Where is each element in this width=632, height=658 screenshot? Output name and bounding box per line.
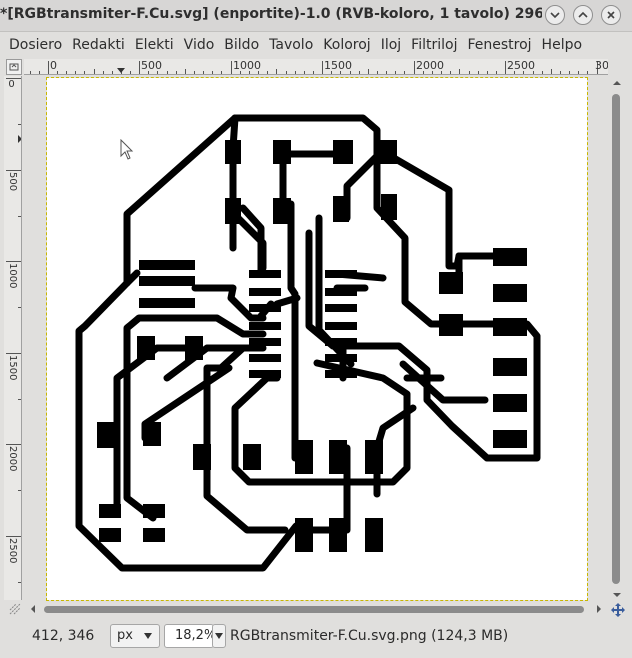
unit-value: px xyxy=(117,628,133,643)
navigate-icon xyxy=(611,603,625,617)
chevron-down-icon xyxy=(144,633,152,639)
menu-filtriloj[interactable]: Filtriloj xyxy=(406,37,462,53)
unit-selector[interactable]: px xyxy=(110,624,160,648)
chevron-down-icon xyxy=(550,12,560,19)
chevron-down-icon xyxy=(215,633,223,639)
close-button[interactable] xyxy=(601,5,621,25)
ruler-pointer-marker xyxy=(117,68,125,73)
vertical-scrollbar[interactable] xyxy=(609,76,625,602)
vertical-scroll-thumb[interactable] xyxy=(612,94,620,584)
ruler-ticks xyxy=(6,78,21,583)
maximize-button[interactable] xyxy=(573,5,593,25)
mouse-cursor-icon xyxy=(120,139,134,160)
scroll-left-icon xyxy=(31,605,35,613)
navigate-button[interactable] xyxy=(610,602,626,618)
status-bar: 412, 346 px 18,2% RGBtransmiter-F.Cu.svg… xyxy=(0,620,632,650)
quick-mask-icon xyxy=(9,63,19,71)
title-bar: *[RGBtransmiter-F.Cu.svg] (enportite)-1.… xyxy=(0,0,632,32)
pointer-coordinates: 412, 346 xyxy=(32,628,95,644)
menu-bildo[interactable]: Bildo xyxy=(219,37,264,53)
menu-vido[interactable]: Vido xyxy=(179,37,220,53)
ruler-label: 0 xyxy=(8,79,15,90)
scroll-down-icon xyxy=(613,593,621,597)
horizontal-scroll-thumb[interactable] xyxy=(44,606,584,613)
minimize-button[interactable] xyxy=(545,5,565,25)
image-canvas[interactable] xyxy=(24,76,608,602)
ruler-label: 1500 xyxy=(7,355,18,381)
close-icon xyxy=(607,11,615,19)
ruler-label: 500 xyxy=(7,172,18,192)
zoom-input[interactable]: 18,2% xyxy=(164,624,217,648)
zoom-value: 18,2% xyxy=(175,628,217,643)
ruler-label: 1000 xyxy=(233,59,261,72)
ruler-label: 1000 xyxy=(7,263,18,289)
ruler-label: 500 xyxy=(141,59,162,72)
menu-redakti[interactable]: Redakti xyxy=(67,37,130,53)
vertical-ruler[interactable]: 0 500 1000 1500 2000 2500 xyxy=(4,76,22,600)
image-info: RGBtransmiter-F.Cu.svg.png (124,3 MB) xyxy=(230,628,509,644)
menu-elekti[interactable]: Elekti xyxy=(130,37,179,53)
scroll-up-icon xyxy=(613,81,621,85)
scroll-right-icon xyxy=(597,605,601,613)
menu-iloj[interactable]: Iloj xyxy=(376,37,406,53)
menu-helpo[interactable]: Helpo xyxy=(537,37,587,53)
zoom-dropdown-button[interactable] xyxy=(212,624,226,648)
menu-koloroj[interactable]: Koloroj xyxy=(318,37,375,53)
ruler-pointer-marker xyxy=(18,135,21,143)
menu-bar: Dosiero Redakti Elekti Vido Bildo Tavolo… xyxy=(0,33,632,57)
ruler-label: 2000 xyxy=(7,446,18,472)
ruler-label: 2500 xyxy=(7,538,18,564)
menu-tavolo[interactable]: Tavolo xyxy=(264,37,318,53)
menu-dosiero[interactable]: Dosiero xyxy=(4,37,67,53)
zoom-on-resize-button[interactable] xyxy=(8,602,22,616)
ruler-label: 2500 xyxy=(507,59,535,72)
resize-icon xyxy=(9,603,21,615)
window-title: *[RGBtransmiter-F.Cu.svg] (enportite)-1.… xyxy=(0,6,542,22)
ruler-label: 2000 xyxy=(416,59,444,72)
horizontal-ruler[interactable]: 0 500 1000 1500 2000 2500 30 xyxy=(24,59,608,75)
chevron-up-icon xyxy=(578,11,588,18)
ruler-corner-button[interactable] xyxy=(6,59,22,75)
ruler-label: 0 xyxy=(50,59,57,72)
menu-fenestroj[interactable]: Fenestroj xyxy=(462,37,536,53)
ruler-label: 1500 xyxy=(324,59,352,72)
horizontal-scrollbar[interactable] xyxy=(24,602,608,616)
ruler-label: 30 xyxy=(595,59,608,72)
